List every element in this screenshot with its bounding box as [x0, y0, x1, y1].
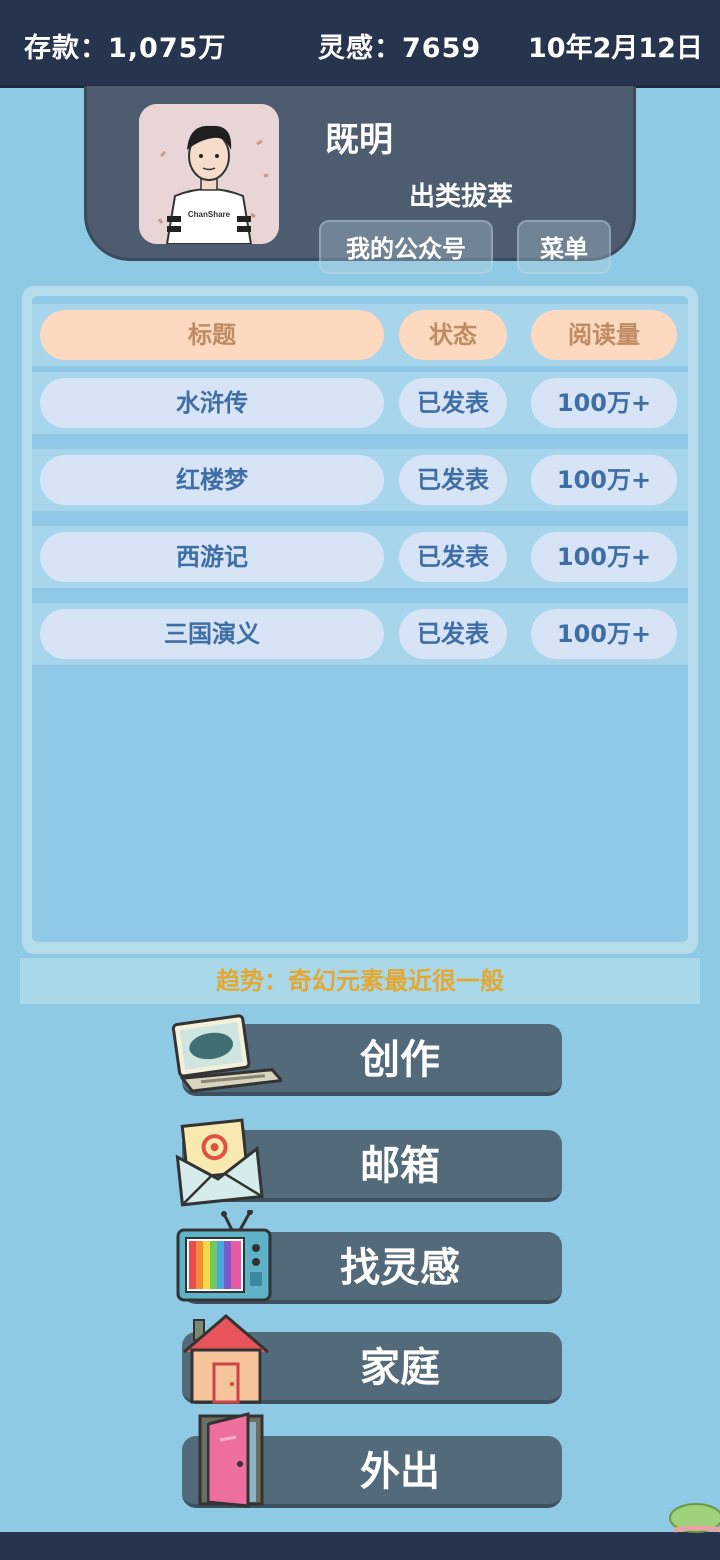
- article-status: 已发表: [399, 455, 507, 505]
- official-account-button[interactable]: 我的公众号: [319, 220, 493, 274]
- house-icon: [183, 1314, 269, 1404]
- trend-banner: 趋势：奇幻元素最近很一般: [20, 958, 700, 1004]
- create-button-label: 创作: [360, 1037, 440, 1083]
- family-button-label: 家庭: [360, 1345, 440, 1391]
- article-reads: 100万+: [531, 455, 677, 505]
- header-status: 状态: [399, 310, 507, 360]
- envelope-icon: [175, 1118, 264, 1207]
- game-date: 10年2月12日: [528, 33, 703, 64]
- table-header-row: 标题 状态 阅读量: [32, 304, 688, 366]
- find-inspiration-button-label: 找灵感: [340, 1245, 460, 1291]
- table-row[interactable]: 红楼梦 已发表 100万+: [32, 449, 688, 511]
- article-status: 已发表: [399, 609, 507, 659]
- avatar-shirt-text: ChanShare: [188, 210, 231, 219]
- article-title: 红楼梦: [40, 455, 384, 505]
- header-title: 标题: [40, 310, 384, 360]
- table-row[interactable]: 西游记 已发表 100万+: [32, 526, 688, 588]
- article-status: 已发表: [399, 378, 507, 428]
- status-bar: 存款：1,075万 灵感：7659 10年2月12日: [0, 0, 720, 88]
- table-row[interactable]: 三国演义 已发表 100万+: [32, 603, 688, 665]
- table-row[interactable]: 水浒传 已发表 100万+: [32, 372, 688, 434]
- article-title: 水浒传: [40, 378, 384, 428]
- article-reads: 100万+: [531, 532, 677, 582]
- profile-panel: ChanShare 既明 出类拔萃 我的公众号 菜单: [84, 86, 636, 274]
- menu-button[interactable]: 菜单: [517, 220, 611, 274]
- leaf-decoration-icon: [669, 1503, 720, 1533]
- player-rank: 出类拔萃: [409, 182, 514, 212]
- go-out-button-label: 外出: [360, 1449, 440, 1495]
- avatar-portrait-icon: ChanShare: [139, 104, 279, 244]
- player-name: 既明: [325, 120, 393, 160]
- avatar[interactable]: ChanShare: [139, 104, 279, 244]
- article-title: 三国演义: [40, 609, 384, 659]
- mailbox-button-label: 邮箱: [360, 1143, 440, 1189]
- article-title: 西游记: [40, 532, 384, 582]
- header-reads: 阅读量: [531, 310, 677, 360]
- tv-icon: [176, 1210, 272, 1302]
- laptop-icon: [171, 1014, 282, 1093]
- money-display: 存款：1,075万: [24, 33, 227, 64]
- door-icon: [198, 1412, 264, 1508]
- articles-table-body: 标题 状态 阅读量 水浒传 已发表 100万+ 红楼梦 已发表 100万+ 西游…: [32, 296, 688, 942]
- article-status: 已发表: [399, 532, 507, 582]
- inspiration-display: 灵感：7659: [318, 33, 482, 64]
- article-reads: 100万+: [531, 378, 677, 428]
- article-reads: 100万+: [531, 609, 677, 659]
- articles-table: 标题 状态 阅读量 水浒传 已发表 100万+ 红楼梦 已发表 100万+ 西游…: [22, 286, 698, 954]
- bottom-bar: [0, 1532, 720, 1560]
